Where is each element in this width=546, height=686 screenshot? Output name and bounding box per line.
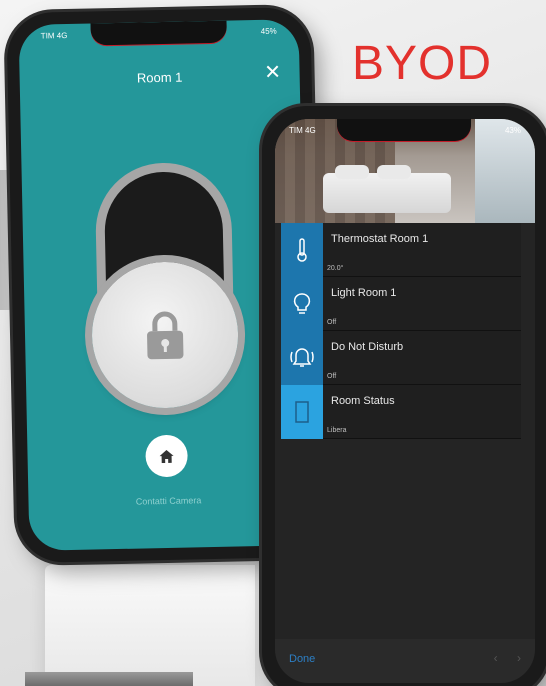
background-block (45, 565, 255, 686)
lock-icon (147, 311, 184, 360)
room-photo-pillow (377, 165, 411, 179)
status-battery: 45% (260, 26, 277, 36)
row-title: Thermostat Room 1 (331, 233, 429, 245)
door-icon (295, 401, 309, 423)
row-title: Room Status (331, 395, 395, 407)
row-value: Off (327, 373, 337, 380)
row-value: Off (327, 319, 337, 326)
phone-notch (90, 20, 227, 46)
list-item-light[interactable]: Light Room 1 Off (281, 277, 521, 331)
status-carrier: TIM 4G (40, 30, 68, 41)
done-button[interactable]: Done (289, 653, 315, 665)
row-title: Light Room 1 (331, 287, 397, 299)
home-button[interactable] (145, 434, 189, 478)
thermometer-icon (297, 238, 307, 262)
lightbulb-icon (293, 293, 311, 314)
room-controls-screen: TIM 4G 43% Thermostat Room 1 20.0° Light… (275, 119, 535, 683)
row-title: Do Not Disturb (331, 341, 404, 353)
list-item-do-not-disturb[interactable]: Do Not Disturb Off (281, 331, 521, 385)
nav-arrows: ‹ › (478, 651, 521, 665)
status-battery: 43% (504, 126, 521, 135)
bell-off-icon (290, 348, 314, 367)
row-value: 20.0° (327, 265, 344, 272)
status-carrier: TIM 4G (289, 126, 316, 135)
list-item-room-status[interactable]: Room Status Libera (281, 385, 521, 439)
row-icon-tile (281, 331, 323, 385)
row-icon-tile (281, 223, 323, 277)
row-value: Libera (327, 427, 347, 434)
phone-notch (337, 119, 471, 141)
next-arrow-icon[interactable]: › (517, 651, 521, 665)
home-icon (159, 449, 174, 463)
controls-list: Thermostat Room 1 20.0° Light Room 1 Off (281, 223, 521, 439)
close-button[interactable]: ✕ (263, 62, 281, 84)
bottom-toolbar: Done ‹ › (275, 639, 535, 683)
room-photo-pillow (335, 165, 369, 179)
room-title: Room 1 (136, 69, 183, 86)
background-device-edge (25, 672, 193, 686)
room-photo-bed (323, 173, 451, 213)
list-item-thermostat[interactable]: Thermostat Room 1 20.0° (281, 223, 521, 277)
row-icon-tile (281, 385, 323, 439)
brand-title: BYOD (352, 37, 493, 90)
row-icon-tile (281, 277, 323, 331)
prev-arrow-icon[interactable]: ‹ (494, 651, 498, 665)
phone-right: TIM 4G 43% Thermostat Room 1 20.0° Light… (262, 106, 546, 686)
